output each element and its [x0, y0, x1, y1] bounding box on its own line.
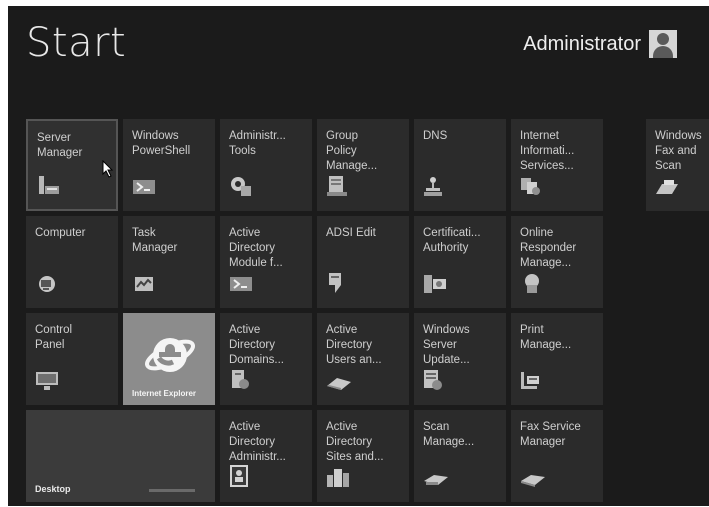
tile-ad-sites-services[interactable]: Active Directory Sites and... [317, 410, 409, 502]
ad-users-icon [327, 376, 351, 395]
tile-windows-fax-scan[interactable]: Windows Fax and Scan [646, 119, 709, 211]
task-manager-icon [133, 275, 155, 298]
tile-label: ADSI Edit [326, 227, 376, 239]
mouse-cursor-icon [102, 159, 114, 183]
ad-module-icon [230, 277, 252, 298]
print-manager-icon [521, 372, 541, 395]
tile-ad-users[interactable]: Active Directory Users an... [317, 313, 409, 405]
adsi-edit-icon [327, 271, 345, 298]
ad-admin-center-icon [230, 465, 248, 492]
dns-icon [424, 176, 442, 201]
tile-label: Administr... Tools [229, 130, 286, 157]
start-title: Start [26, 20, 127, 66]
user-name: Administrator [523, 32, 641, 55]
tile-internet-explorer[interactable]: Internet Explorer [123, 313, 215, 405]
group-policy-icon [327, 176, 347, 201]
internet-explorer-icon [143, 327, 197, 386]
control-panel-icon [36, 372, 58, 395]
tile-label: Server Manager [37, 132, 83, 159]
wsus-icon [424, 370, 442, 395]
fax-scan-icon [656, 180, 678, 201]
tile-computer[interactable]: Computer [26, 216, 118, 308]
tile-dns[interactable]: DNS [414, 119, 506, 211]
tile-ad-module[interactable]: Active Directory Module f... [220, 216, 312, 308]
tile-iis[interactable]: Internet Informati... Services... [511, 119, 603, 211]
powershell-icon [133, 180, 155, 201]
online-responder-icon [521, 273, 543, 298]
tile-label: Group Policy Manage... [326, 130, 378, 172]
tile-task-manager[interactable]: Task Manager [123, 216, 215, 308]
tile-control-panel[interactable]: Control Panel [26, 313, 118, 405]
tile-label: Internet Informati... Services... [520, 130, 575, 172]
tile-wsus[interactable]: Windows Server Update... [414, 313, 506, 405]
scan-manager-icon [424, 473, 448, 492]
tile-label: Computer [35, 227, 86, 239]
tile-label: Certificati... Authority [423, 227, 481, 254]
tile-label: Windows PowerShell [132, 130, 191, 157]
tile-label: Active Directory Module f... [229, 227, 283, 269]
tile-adsi-edit[interactable]: ADSI Edit [317, 216, 409, 308]
tile-administrative-tools[interactable]: Administr... Tools [220, 119, 312, 211]
admin-tools-icon [230, 176, 252, 201]
tile-label: Print Manage... [520, 324, 572, 351]
tile-group-policy[interactable]: Group Policy Manage... [317, 119, 409, 211]
tile-online-responder[interactable]: Online Responder Manage... [511, 216, 603, 308]
tile-label: Active Directory Administr... [229, 421, 286, 463]
tile-label: Control Panel [35, 324, 73, 351]
ad-domains-icon [230, 370, 250, 395]
tile-label: Internet Explorer [132, 389, 197, 398]
tile-label: Active Directory Domains... [229, 324, 284, 366]
tile-label: Scan Manage... [423, 421, 475, 448]
start-screen: Start Administrator Server Manager Windo… [8, 6, 709, 506]
tile-label: Task Manager [132, 227, 178, 254]
cert-authority-icon [424, 275, 446, 298]
tile-scan-management[interactable]: Scan Manage... [414, 410, 506, 502]
tile-print-management[interactable]: Print Manage... [511, 313, 603, 405]
tile-label: Online Responder Manage... [520, 227, 577, 269]
tile-label: Windows Server Update... [423, 324, 470, 366]
fax-service-icon [521, 473, 545, 492]
tile-label: Fax Service Manager [520, 421, 581, 448]
tile-windows-powershell[interactable]: Windows PowerShell [123, 119, 215, 211]
tile-label: DNS [423, 130, 448, 142]
tile-ad-domains[interactable]: Active Directory Domains... [220, 313, 312, 405]
server-manager-icon [38, 176, 60, 199]
tile-ad-administrative-center[interactable]: Active Directory Administr... [220, 410, 312, 502]
computer-icon [36, 275, 58, 298]
user-avatar-icon [649, 30, 677, 58]
tile-label: Windows Fax and Scan [655, 130, 702, 172]
tile-desktop[interactable]: Desktop [26, 410, 215, 502]
tile-label: Active Directory Users an... [326, 324, 382, 366]
iis-icon [521, 176, 541, 201]
tile-certification-authority[interactable]: Certificati... Authority [414, 216, 506, 308]
user-account[interactable]: Administrator [523, 30, 677, 58]
desktop-taskbar-preview [149, 489, 195, 492]
tile-label: Active Directory Sites and... [326, 421, 384, 463]
tile-label: Desktop [35, 484, 71, 494]
ad-sites-icon [327, 467, 349, 492]
tile-fax-service-manager[interactable]: Fax Service Manager [511, 410, 603, 502]
